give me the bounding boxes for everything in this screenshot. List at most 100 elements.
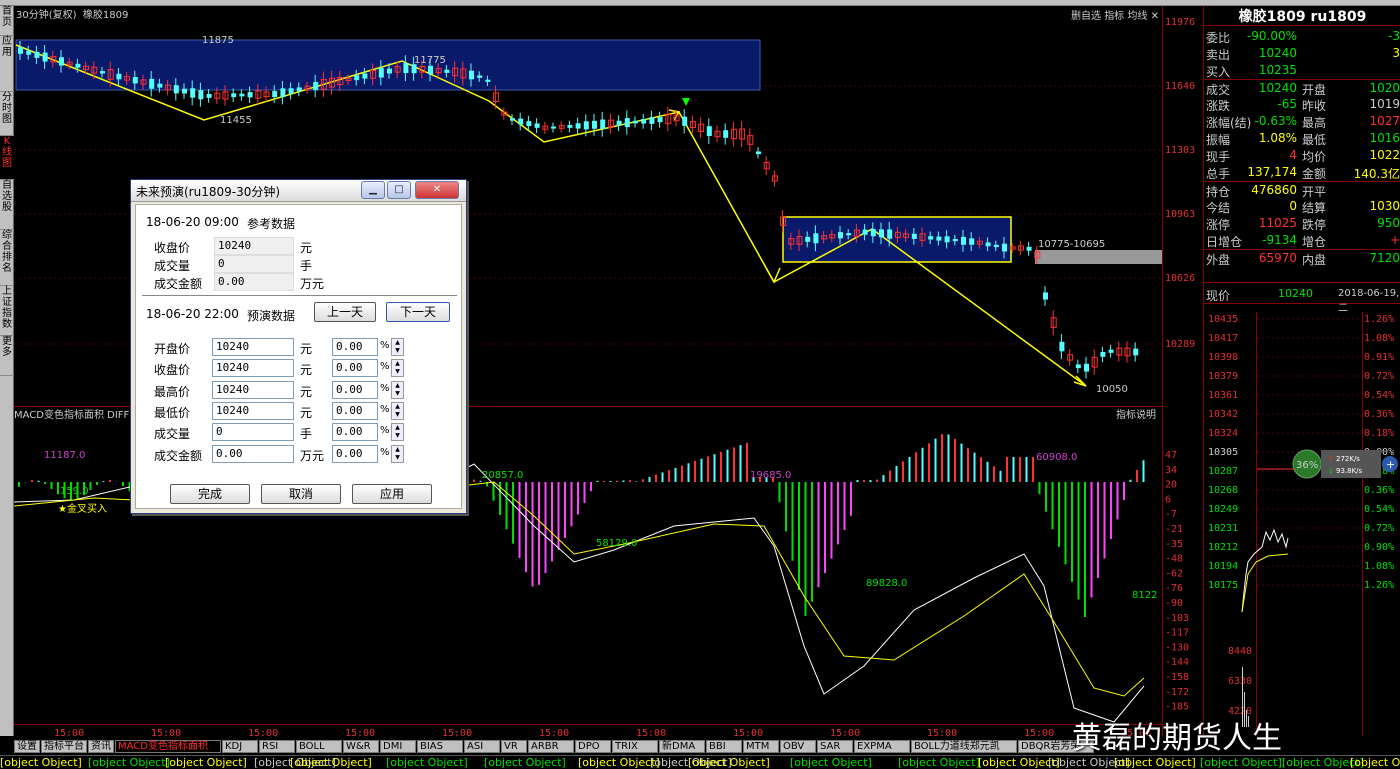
quote-label: 最高	[1302, 116, 1327, 130]
pred-value-input[interactable]: 0	[212, 423, 294, 442]
spin-arrows-icon[interactable]: ▲ ▼	[391, 359, 404, 378]
mini-timeshare-chart[interactable]: 10435 1.26% 10417 1.08% 10398 0.91% 10379 0.72%…	[1204, 312, 1400, 736]
indicator-tab[interactable]: OBV	[780, 740, 816, 753]
pred-value-input[interactable]: 10240	[212, 338, 294, 356]
close-icon[interactable]: ✕	[415, 181, 459, 199]
indicator-tab[interactable]: KDJ	[222, 740, 258, 753]
ref-unit: 元	[300, 241, 313, 255]
ref-title: 参考数据	[247, 217, 296, 231]
spin-arrows-icon[interactable]: ▲ ▼	[391, 338, 404, 356]
prev-day-button[interactable]: 上一天	[314, 302, 376, 322]
macd-tick: -21	[1165, 524, 1183, 535]
pred-pct-input[interactable]: 0.00	[332, 401, 378, 420]
mini-pct-tick: 0.36%	[1364, 409, 1394, 420]
mini-price-tick: 10287	[1208, 466, 1238, 477]
pred-unit: 元	[300, 342, 313, 356]
price-tick: 11640	[1165, 81, 1195, 92]
quote-row: 今结 0 结算 1030	[1204, 198, 1400, 215]
indicator-tab[interactable]: DPO	[575, 740, 611, 753]
indicator-tab[interactable]: 资讯	[88, 740, 114, 753]
pred-label: 最高价	[154, 384, 191, 399]
indicator-tab[interactable]: SAR	[817, 740, 853, 753]
mini-price-tick: 10212	[1208, 542, 1238, 553]
quote-value: 10240	[1258, 81, 1297, 95]
pred-time: 18-06-20 22:00	[146, 307, 239, 321]
indicator-tab[interactable]: MACD变色指标面积	[115, 740, 221, 753]
cancel-button[interactable]: 取消	[261, 484, 341, 504]
quote-row: 外盘 65970 内盘 7120	[1204, 249, 1400, 267]
pred-pct-input[interactable]: 0.00	[332, 444, 378, 463]
left-tab-ranking[interactable]: 综合排名	[0, 230, 14, 286]
svg-text:+: +	[1386, 458, 1395, 471]
indicator-tab[interactable]: W&R	[343, 740, 379, 753]
pred-value-input[interactable]: 10240	[212, 380, 294, 399]
left-tab-watchlist[interactable]: 自选股	[0, 180, 14, 230]
pred-value-input[interactable]: 10240	[212, 401, 294, 420]
quote-value: 7120	[1369, 251, 1400, 265]
left-tab-shindex[interactable]: 上证指数	[0, 286, 14, 336]
status-item: [object Object]	[578, 756, 660, 769]
left-tab-kline[interactable]: K线图	[0, 136, 14, 180]
watermark: 黄磊的期货人生	[1072, 721, 1282, 756]
ref-unit: 手	[300, 259, 313, 273]
spin-arrows-icon[interactable]: ▲ ▼	[391, 423, 404, 442]
speed-up: 272K/s	[1336, 455, 1360, 463]
indicator-tab[interactable]: TRIX	[612, 740, 658, 753]
minimize-icon[interactable]: ▁	[361, 181, 385, 199]
label-low1: 11455	[220, 115, 252, 126]
quote-label: 涨跌	[1206, 99, 1231, 113]
dialog-title[interactable]: 未来预演(ru1809-30分钟) ▁ □ ✕	[131, 180, 466, 202]
status-item: [object Object]	[386, 756, 468, 769]
ok-button[interactable]: 完成	[170, 484, 250, 504]
indicator-tab[interactable]: 指标平台	[41, 740, 87, 753]
left-tab-apps[interactable]: 应用	[0, 36, 14, 92]
price-tick: 11303	[1165, 145, 1195, 156]
next-day-button[interactable]: 下一天	[386, 302, 450, 322]
quote-row: 现手 4 均价 1022	[1204, 147, 1400, 164]
macd-help[interactable]: 指标说明	[1116, 408, 1156, 421]
pred-pct-input[interactable]: 0.00	[332, 423, 378, 442]
quote-label: 日增仓	[1206, 235, 1243, 249]
pred-value-input[interactable]: 0.00	[212, 444, 294, 463]
indicator-tab[interactable]: BBI	[706, 740, 742, 753]
indicator-tab[interactable]: 新DMA	[659, 740, 705, 753]
left-tab-timeshare[interactable]: 分时图	[0, 92, 14, 136]
indicator-tab[interactable]: RSI	[259, 740, 295, 753]
indicator-tab[interactable]: DMI	[380, 740, 416, 753]
quote-value: 1.08%	[1258, 131, 1297, 145]
quote-panel: 橡胶1809 ru1809 委比 -90.00% -3 卖出 10240 3 买入 10235…	[1203, 6, 1400, 736]
left-tab-more[interactable]: 更多	[0, 336, 14, 376]
indicator-tab[interactable]: BOLL	[296, 740, 342, 753]
macd-tick: -90	[1165, 598, 1183, 609]
indicator-tab[interactable]: ASI	[464, 740, 500, 753]
maximize-icon[interactable]: □	[387, 181, 411, 199]
quote-title: 橡胶1809 ru1809	[1204, 6, 1400, 26]
indicator-tab[interactable]: BOLL力道线郑元凯	[911, 740, 1017, 753]
label-low2: 10050	[1096, 384, 1128, 395]
quote-label: 结算	[1302, 201, 1327, 215]
pred-unit: 元	[300, 384, 313, 399]
indicator-tab[interactable]: MTM	[743, 740, 779, 753]
indicator-tab[interactable]: EXPMA	[854, 740, 910, 753]
quote-row: 涨停 11025 跌停 950	[1204, 215, 1400, 232]
spin-arrows-icon[interactable]: ▲ ▼	[391, 380, 404, 399]
indicator-tab[interactable]: ARBR	[528, 740, 574, 753]
pred-value-input[interactable]: 10240	[212, 359, 294, 378]
pred-pct-input[interactable]: 0.00	[332, 359, 378, 378]
quote-row: 持仓 476860 开平	[1204, 181, 1400, 199]
indicator-tab[interactable]: BIAS	[417, 740, 463, 753]
label-high: 11875	[202, 35, 234, 46]
left-tab-home[interactable]: 首页	[0, 6, 14, 36]
macd-tick: 20	[1165, 480, 1177, 491]
mini-price-tick: 10342	[1208, 409, 1238, 420]
spin-arrows-icon[interactable]: ▲ ▼	[391, 444, 404, 463]
indicator-tab[interactable]: VR	[501, 740, 527, 753]
apply-button[interactable]: 应用	[352, 484, 432, 504]
quote-label: 总手	[1206, 167, 1231, 181]
pred-pct-input[interactable]: 0.00	[332, 380, 378, 399]
time-tick: 15:00	[636, 728, 666, 736]
quote-value: -90.00%	[1246, 29, 1297, 43]
indicator-tab[interactable]: 设置	[14, 740, 40, 753]
pred-pct-input[interactable]: 0.00	[332, 338, 378, 356]
spin-arrows-icon[interactable]: ▲ ▼	[391, 401, 404, 420]
